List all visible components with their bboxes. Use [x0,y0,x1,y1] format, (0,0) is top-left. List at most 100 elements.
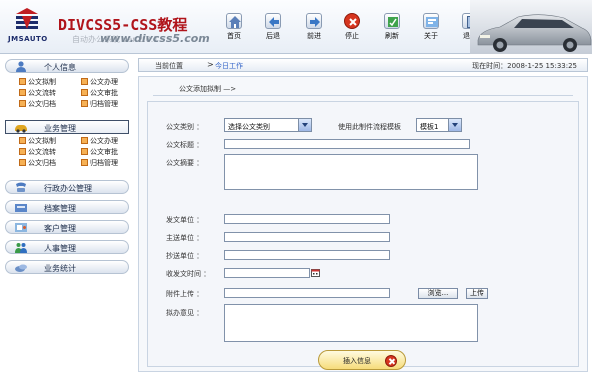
doc-category-label: 公文类别 ： [166,123,204,131]
template-value: 模板1 [420,123,439,131]
issuing-unit-label: 发文单位 ： [166,216,204,224]
insert-info-button[interactable]: 插入信息 [318,350,406,370]
chevron-down-icon [298,119,311,131]
menu-item[interactable]: 公文归档 [19,158,56,168]
refresh-button[interactable]: 刷新 [379,13,405,41]
main-unit-label: 主送单位 ： [166,234,204,242]
doc-title-input[interactable] [224,139,470,149]
people-icon [15,243,27,253]
stop-button[interactable]: 停止 [339,13,365,41]
stats-icon [15,264,27,272]
logo-text: JMSAUTO [8,35,48,43]
template-label: 使用此制件流程模板 [338,123,401,131]
menu-head-label: 个人信息 [44,63,76,72]
menu-items-personal: 公文拟制 公文办理 公文流转 公文审批 公文归档 归档管理 [5,73,129,111]
cc-unit-label: 抄送单位 ： [166,252,204,260]
back-label: 后退 [266,32,280,40]
breadcrumb-home[interactable]: 当前位置 [155,61,183,71]
menu-head-admin[interactable]: 行政办公管理 [5,180,129,194]
home-label: 首页 [227,32,241,40]
menu-group-archive: 档案管理 [5,200,129,214]
doc-category-select[interactable]: 选择公文类别 [224,118,312,132]
stop-circle-icon [385,355,397,367]
doc-summary-textarea[interactable] [224,154,478,190]
breadcrumb-current[interactable]: 今日工作 [215,61,243,71]
menu-items-business: 公文拟制 公文办理 公文流转 公文审批 公文归档 归档管理 [5,134,129,172]
main-unit-input[interactable] [224,232,390,242]
forward-button[interactable]: 前进 [301,13,327,41]
home-icon [226,13,242,29]
menu-group-customers: 客户管理 [5,220,129,234]
menu-item[interactable]: 公文流转 [19,147,56,157]
template-select[interactable]: 模板1 [416,118,462,132]
menu-item[interactable]: 公文流转 [19,88,56,98]
phone-icon [16,182,26,192]
chevron-down-icon [448,119,461,131]
menu-group-personal: 个人信息 公文拟制 公文办理 公文流转 公文审批 公文归档 归档管理 [5,59,129,111]
menu-head-label: 行政办公管理 [44,184,92,193]
menu-head-label: 业务统计 [44,264,76,273]
menu-item[interactable]: 公文拟制 [19,136,56,146]
menu-item[interactable]: 公文归档 [19,99,56,109]
doc-summary-label: 公文摘要 ： [166,159,204,167]
menu-item[interactable]: 公文审批 [81,88,118,98]
menu-head-label: 客户管理 [44,224,76,233]
breadcrumb: 当前位置 > 今日工作 现在时间：2008-1-25 15:33:25 [138,58,588,72]
menu-head-label: 业务管理 [44,124,76,133]
main-content: 当前位置 > 今日工作 现在时间：2008-1-25 15:33:25 公文添加… [138,56,592,374]
menu-item[interactable]: 公文办理 [81,136,118,146]
opinion-textarea[interactable] [224,304,478,342]
menu-group-stats: 业务统计 [5,260,129,274]
attachment-path-input[interactable] [224,288,390,298]
menu-head-archive[interactable]: 档案管理 [5,200,129,214]
menu-item[interactable]: 公文审批 [81,147,118,157]
menu-item[interactable]: 归档管理 [81,99,118,109]
back-arrow-icon [265,13,281,29]
form-panel: 公文添加拟制 —> 公文类别 ： 选择公文类别 使用此制件流程模板 模板1 公文… [138,76,588,372]
menu-item[interactable]: 公文办理 [81,77,118,87]
panel-title: 公文添加拟制 —> [179,85,237,93]
cc-unit-input[interactable] [224,250,390,260]
menu-head-label: 档案管理 [44,204,76,213]
panel-title-bar: 公文添加拟制 —> [153,84,573,96]
person-icon [16,61,26,72]
issuing-unit-input[interactable] [224,214,390,224]
about-icon [423,13,439,29]
menu-head-stats[interactable]: 业务统计 [5,260,129,274]
refresh-icon [384,13,400,29]
menu-head-personal[interactable]: 个人信息 [5,59,129,73]
sidebar: 个人信息 公文拟制 公文办理 公文流转 公文审批 公文归档 归档管理 业务管理 … [0,56,134,374]
logo-mark-icon [16,8,38,29]
doc-category-value: 选择公文类别 [228,123,270,131]
home-button[interactable]: 首页 [221,13,247,41]
send-time-label: 收发文时间 ： [166,270,211,278]
menu-item[interactable]: 归档管理 [81,158,118,168]
menu-group-admin: 行政办公管理 [5,180,129,194]
archive-icon [15,204,27,212]
about-button[interactable]: 关于 [418,13,444,41]
opinion-label: 拟办意见 ： [166,309,204,317]
breadcrumb-separator: > [207,60,214,69]
calendar-icon[interactable] [311,268,320,277]
menu-item[interactable]: 公文拟制 [19,77,56,87]
forward-arrow-icon [306,13,322,29]
menu-head-business[interactable]: 业务管理 [5,120,129,134]
menu-head-label: 人事管理 [44,244,76,253]
refresh-label: 刷新 [385,32,399,40]
browse-button[interactable]: 浏览... [418,288,458,299]
stop-icon [344,13,360,29]
menu-head-hr[interactable]: 人事管理 [5,240,129,254]
menu-group-business: 业务管理 公文拟制 公文办理 公文流转 公文审批 公文归档 归档管理 [5,120,129,172]
current-time: 现在时间：2008-1-25 15:33:25 [472,62,577,70]
car-icon [15,125,27,133]
stop-label: 停止 [345,32,359,40]
back-button[interactable]: 后退 [260,13,286,41]
about-label: 关于 [424,32,438,40]
menu-head-customers[interactable]: 客户管理 [5,220,129,234]
app-window: JMSAUTO DIVCSS5-CSS教程 自动办公系统 ver 2.0.1 w… [0,0,592,374]
upload-button[interactable]: 上传 [466,288,488,299]
send-time-input[interactable] [224,268,310,278]
insert-info-label: 插入信息 [343,357,371,365]
doc-form: 公文类别 ： 选择公文类别 使用此制件流程模板 模板1 公文标题 ： 公文摘要 … [147,101,579,370]
site-url: www.divcss5.com [100,32,210,45]
